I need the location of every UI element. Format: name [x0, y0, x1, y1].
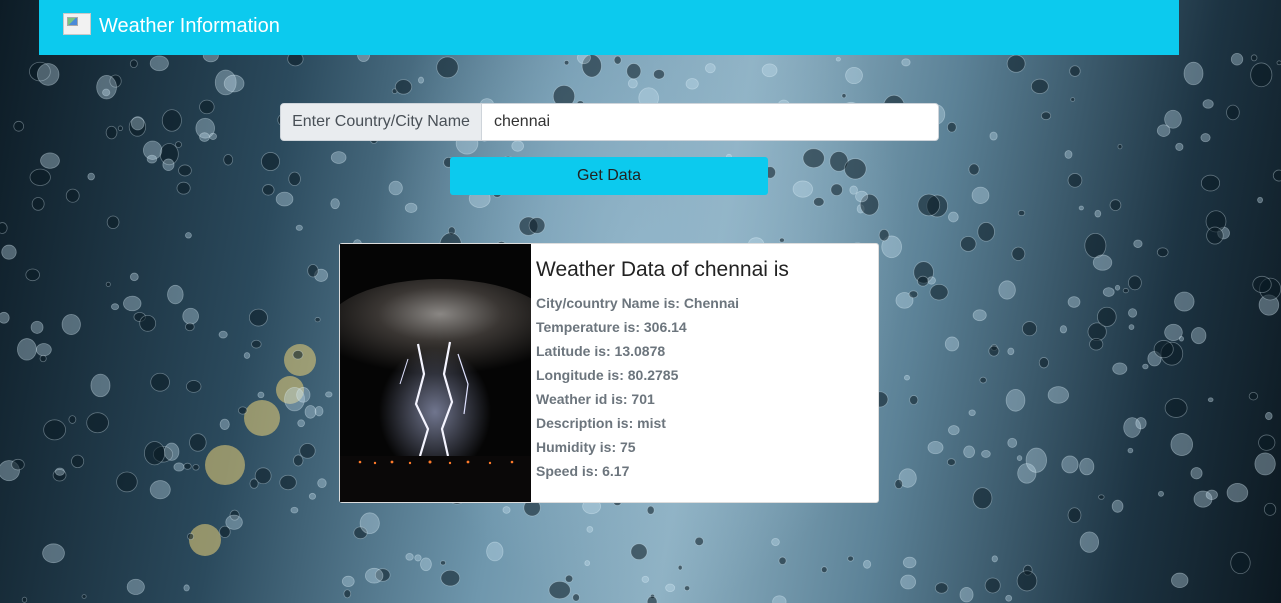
city-name-line: City/country Name is: Chennai — [536, 295, 740, 311]
weather-id-line: Weather id is: 701 — [536, 391, 655, 407]
weather-card: Weather Data of chennai is City/country … — [339, 243, 879, 503]
speed-line: Speed is: 6.17 — [536, 463, 630, 479]
city-input-label: Enter Country/City Name — [281, 104, 482, 140]
brand-title[interactable]: Weather Information — [99, 15, 280, 38]
temperature-line: Temperature is: 306.14 — [536, 319, 687, 335]
get-data-button[interactable]: Get Data — [450, 157, 768, 195]
lightning-storm-image — [340, 244, 531, 502]
city-search-group: Enter Country/City Name — [280, 103, 939, 141]
humidity-line: Humidity is: 75 — [536, 439, 636, 455]
city-input[interactable] — [482, 104, 938, 140]
weather-card-body: Weather Data of chennai is City/country … — [536, 258, 789, 483]
description-line: Description is: mist — [536, 415, 666, 431]
latitude-line: Latitude is: 13.0878 — [536, 343, 666, 359]
weather-card-title: Weather Data of chennai is — [536, 258, 789, 281]
longitude-line: Longitude is: 80.2785 — [536, 367, 679, 383]
broken-image-icon — [63, 13, 91, 35]
navbar: Weather Information — [39, 0, 1179, 55]
